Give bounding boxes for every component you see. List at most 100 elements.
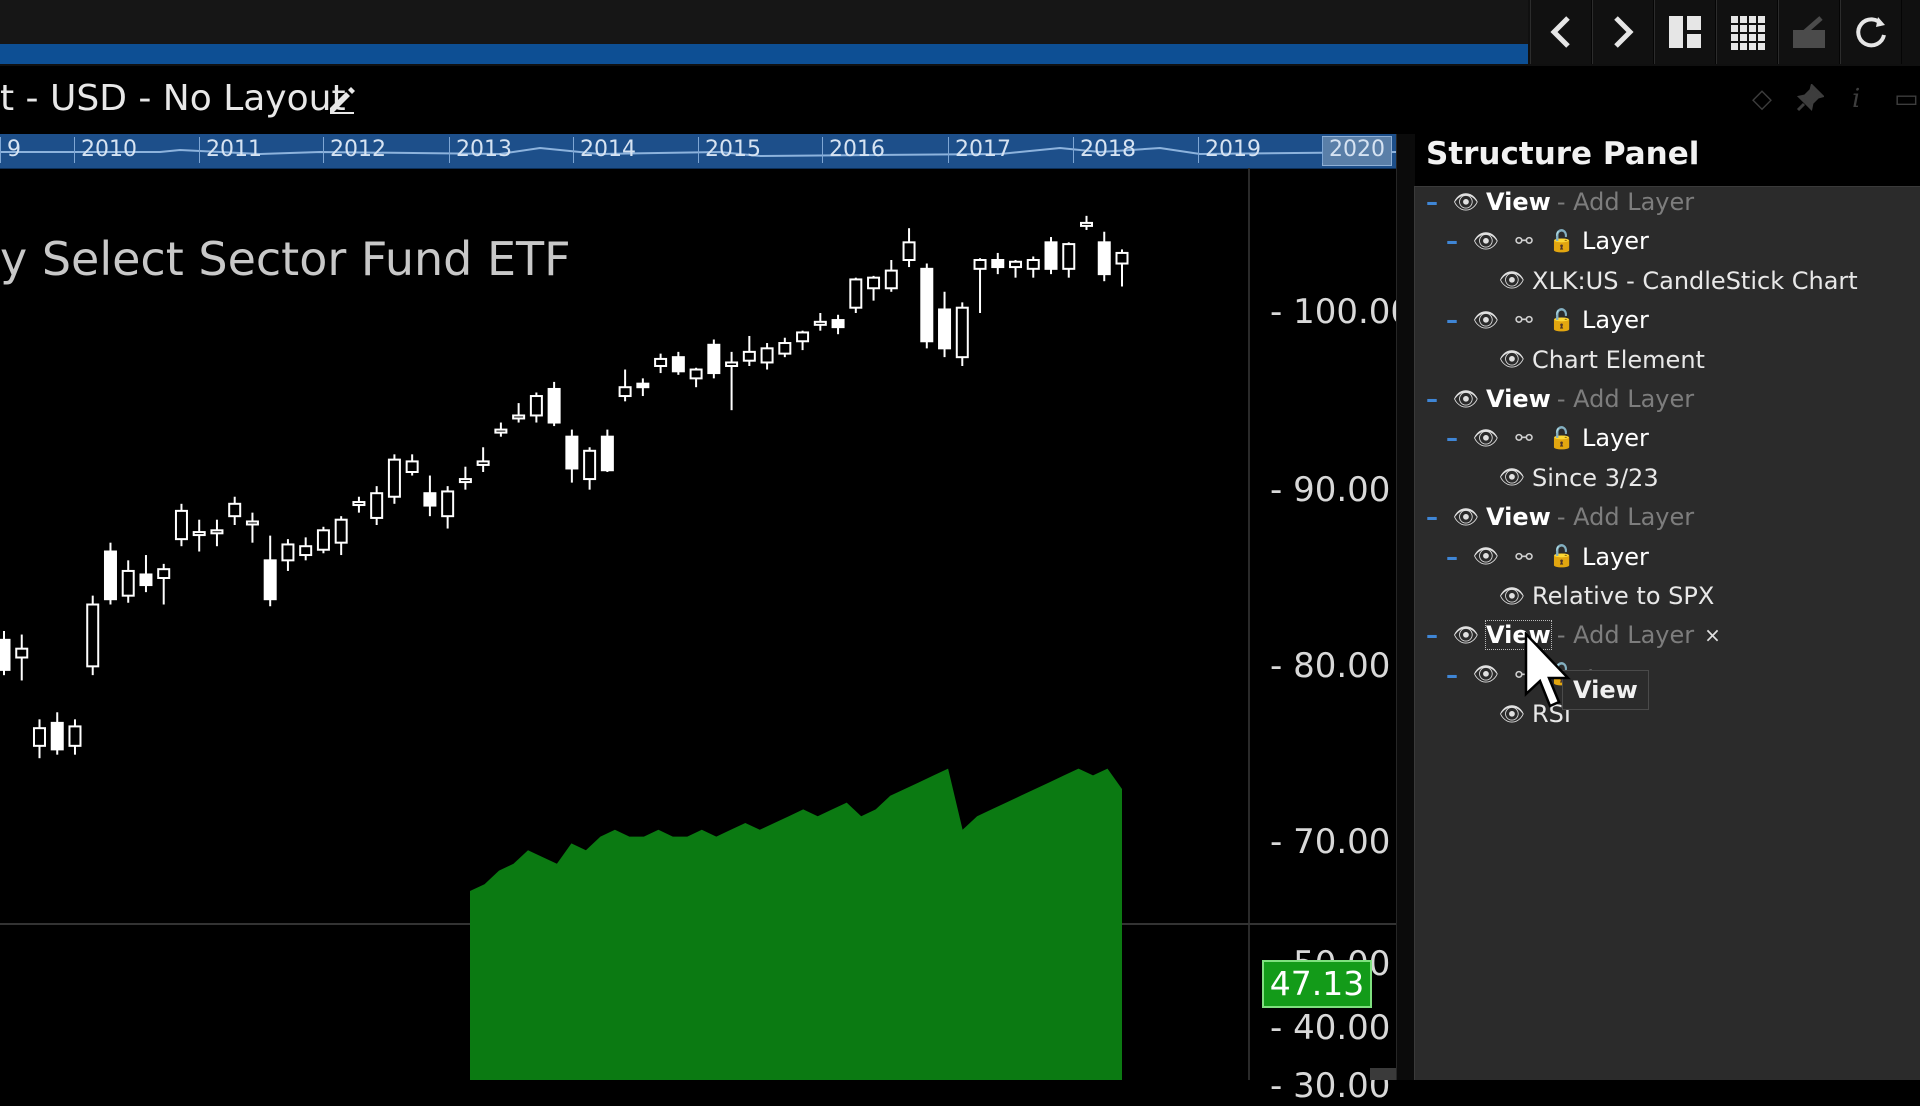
eye-icon[interactable]: 👁	[1446, 387, 1486, 412]
rsi-area	[470, 768, 1122, 1080]
timeline-year-2010[interactable]: 2010	[74, 137, 137, 163]
view-label[interactable]: View	[1486, 503, 1551, 531]
tree-view-row[interactable]: – 👁 View - Add Layer	[1426, 499, 1694, 535]
price-chart[interactable]	[0, 168, 1396, 1080]
link-icon[interactable]: ⚯	[1506, 545, 1542, 569]
collapse-icon[interactable]: –	[1426, 188, 1446, 216]
toolbar-strip	[0, 0, 1528, 44]
eye-icon[interactable]: 👁	[1466, 426, 1506, 451]
tree-layer-row[interactable]: – 👁 ⚯ 🔓 Layer	[1446, 539, 1649, 575]
timeline-year-2014[interactable]: 2014	[573, 137, 636, 163]
eye-icon[interactable]: 👁	[1466, 662, 1506, 687]
candle	[228, 496, 242, 526]
timeline-year-2011[interactable]: 2011	[199, 137, 262, 163]
timeline-year-2018[interactable]: 2018	[1073, 137, 1136, 163]
layout-button[interactable]	[1654, 0, 1716, 64]
add-layer-link[interactable]: - Add Layer	[1557, 503, 1694, 531]
grid-button[interactable]	[1716, 0, 1778, 64]
tree-view-row[interactable]: – 👁 View - Add Layer	[1426, 184, 1694, 220]
link-icon[interactable]: ⚯	[1506, 308, 1542, 332]
collapse-icon[interactable]: –	[1426, 385, 1446, 413]
tree-layer-row[interactable]: – 👁 ⚯ 🔓 Layer	[1446, 420, 1649, 456]
layer-label[interactable]: Layer	[1582, 424, 1649, 452]
unlock-icon[interactable]: 🔓	[1542, 229, 1582, 254]
forward-button[interactable]	[1592, 0, 1654, 64]
add-layer-link[interactable]: - Add Layer	[1557, 385, 1694, 413]
price-tick-label: - 70.00	[1270, 822, 1391, 862]
link-icon[interactable]: ⚯	[1506, 426, 1542, 450]
tree-view-row[interactable]: – 👁 View - Add Layer ×	[1426, 617, 1721, 653]
diamond-icon[interactable]: ◇	[1752, 84, 1772, 114]
eye-icon[interactable]: 👁	[1446, 505, 1486, 530]
info-icon[interactable]: i	[1852, 84, 1860, 114]
layer-label[interactable]: Layer	[1582, 543, 1649, 571]
tree-layer-row[interactable]: – 👁 ⚯ 🔓 Layer	[1446, 302, 1649, 338]
timeline-year-2017[interactable]: 2017	[948, 137, 1011, 163]
candle	[565, 429, 579, 483]
eye-icon[interactable]: 👁	[1492, 584, 1532, 609]
eye-icon[interactable]: 👁	[1492, 465, 1532, 490]
chart-element-label[interactable]: Since 3/23	[1532, 464, 1659, 492]
timeline-year-2016[interactable]: 2016	[822, 137, 885, 163]
tree-item-row[interactable]: 👁 Since 3/23	[1492, 460, 1659, 496]
candle	[760, 343, 774, 370]
export-button[interactable]	[1778, 0, 1840, 64]
eye-icon[interactable]: 👁	[1492, 347, 1532, 372]
view-label[interactable]: View	[1486, 385, 1551, 413]
tree-item-row[interactable]: 👁 Relative to SPX	[1492, 578, 1715, 614]
link-icon[interactable]: ⚯	[1506, 229, 1542, 253]
candle	[352, 496, 366, 513]
eye-icon[interactable]: 👁	[1466, 308, 1506, 333]
tree-item-row[interactable]: 👁 Chart Element	[1492, 342, 1705, 378]
chart-element-label[interactable]: Relative to SPX	[1532, 582, 1714, 610]
eye-icon[interactable]: 👁	[1446, 190, 1486, 215]
eye-icon[interactable]: 👁	[1466, 544, 1506, 569]
timeline-year-2019[interactable]: 2019	[1198, 137, 1261, 163]
timeline-year-2020[interactable]: 2020	[1322, 137, 1385, 163]
refresh-button[interactable]	[1840, 0, 1902, 64]
unlock-icon[interactable]: 🔓	[1542, 308, 1582, 333]
candle	[86, 595, 100, 676]
unlock-icon[interactable]: 🔓	[1542, 426, 1582, 451]
collapse-icon[interactable]: –	[1446, 543, 1466, 571]
candle	[742, 335, 756, 367]
collapse-icon[interactable]: –	[1446, 424, 1466, 452]
candlestick-chart[interactable]	[0, 168, 1396, 1080]
collapse-icon[interactable]: –	[1446, 661, 1466, 689]
view-label[interactable]: View	[1486, 188, 1551, 216]
layer-label[interactable]: Layer	[1582, 306, 1649, 334]
pin-icon[interactable]	[1796, 83, 1825, 119]
chevron-right-icon	[1614, 16, 1634, 48]
candle	[316, 526, 330, 554]
scrollbar-thumb[interactable]	[1370, 1068, 1396, 1080]
eye-icon[interactable]: 👁	[1492, 268, 1532, 293]
export-icon	[1793, 16, 1825, 48]
back-button[interactable]	[1530, 0, 1592, 64]
eye-icon[interactable]: 👁	[1446, 623, 1486, 648]
timeline-year-2013[interactable]: 2013	[449, 137, 512, 163]
chart-element-label[interactable]: Chart Element	[1532, 346, 1705, 374]
unlock-icon[interactable]: 🔓	[1542, 544, 1582, 569]
eye-icon[interactable]: 👁	[1466, 229, 1506, 254]
chart-element-label[interactable]: XLK:US - CandleStick Chart	[1532, 267, 1858, 295]
collapse-icon[interactable]: –	[1426, 503, 1446, 531]
timeline-year-2012[interactable]: 2012	[323, 137, 386, 163]
maximize-icon[interactable]: ▭	[1894, 84, 1919, 114]
timeline-year-2015[interactable]: 2015	[698, 137, 761, 163]
tree-layer-row[interactable]: – 👁 ⚯ 🔓 Layer	[1446, 223, 1649, 259]
timeline-year-9[interactable]: 9	[0, 137, 21, 163]
collapse-icon[interactable]: –	[1426, 621, 1446, 649]
candle	[849, 277, 863, 313]
tree-item-row[interactable]: 👁 XLK:US - CandleStick Chart	[1492, 263, 1858, 299]
close-icon[interactable]: ×	[1704, 623, 1721, 647]
add-layer-link[interactable]: - Add Layer	[1557, 621, 1694, 649]
collapse-icon[interactable]: –	[1446, 306, 1466, 334]
candle	[636, 378, 650, 397]
layer-label[interactable]: Layer	[1582, 227, 1649, 255]
tree-view-row[interactable]: – 👁 View - Add Layer	[1426, 381, 1694, 417]
collapse-icon[interactable]: –	[1446, 227, 1466, 255]
candle	[955, 302, 969, 367]
panel-splitter[interactable]	[1396, 134, 1415, 1080]
edit-title-button[interactable]	[326, 84, 356, 122]
add-layer-link[interactable]: - Add Layer	[1557, 188, 1694, 216]
